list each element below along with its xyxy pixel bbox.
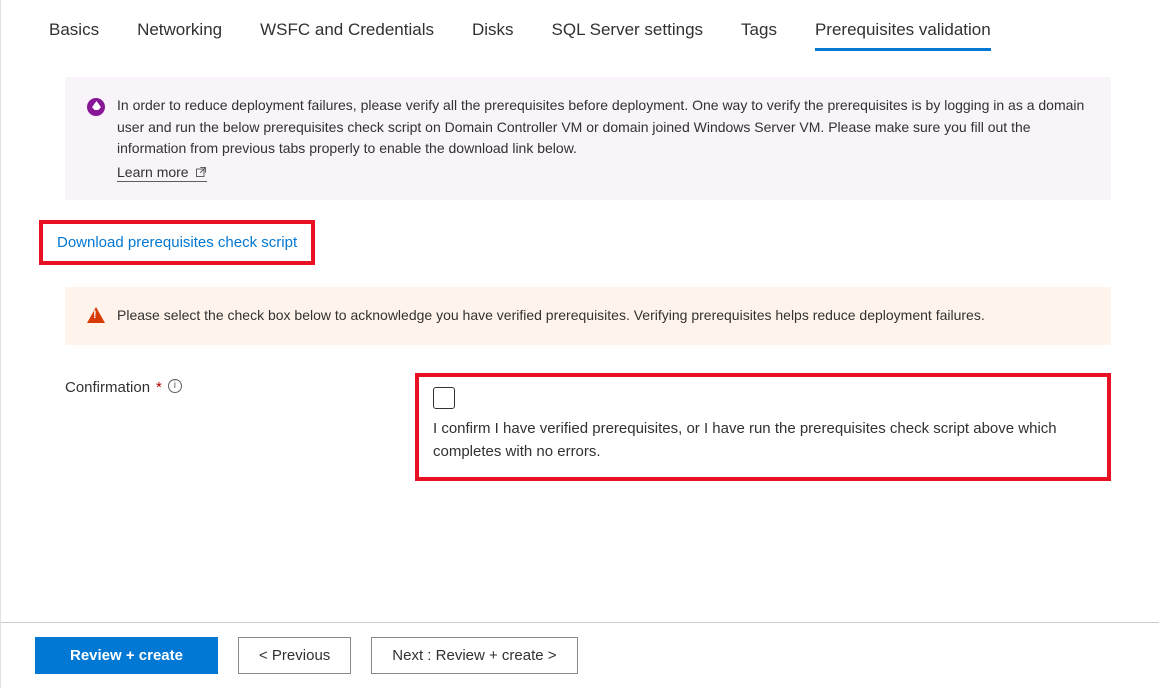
info-icon[interactable]: i [168,379,182,393]
next-button[interactable]: Next : Review + create > [371,637,577,674]
tab-tags[interactable]: Tags [741,20,777,51]
tab-networking[interactable]: Networking [137,20,222,51]
required-asterisk: * [156,379,162,396]
warning-icon [87,307,105,323]
confirmation-row: Confirmation * i I confirm I have verifi… [65,373,1111,482]
previous-button[interactable]: < Previous [238,637,351,674]
info-banner-text: In order to reduce deployment failures, … [117,95,1089,160]
warning-banner-text: Please select the check box below to ack… [117,305,985,327]
tab-basics[interactable]: Basics [49,20,99,51]
tab-sql-server-settings[interactable]: SQL Server settings [552,20,704,51]
download-link-highlight: Download prerequisites check script [39,220,315,265]
confirmation-label: Confirmation [65,379,150,396]
external-link-icon [195,166,207,178]
tab-disks[interactable]: Disks [472,20,514,51]
info-banner: In order to reduce deployment failures, … [65,77,1111,200]
rocket-icon [87,98,105,116]
review-create-button[interactable]: Review + create [35,637,218,674]
confirmation-highlight: I confirm I have verified prerequisites,… [415,373,1111,482]
footer-actions: Review + create < Previous Next : Review… [1,622,1159,688]
warning-banner: Please select the check box below to ack… [65,287,1111,345]
learn-more-link[interactable]: Learn more [117,164,207,182]
tab-wsfc-credentials[interactable]: WSFC and Credentials [260,20,434,51]
download-prerequisites-link[interactable]: Download prerequisites check script [57,234,297,251]
tabs-container: Basics Networking WSFC and Credentials D… [49,20,1111,51]
tab-prerequisites-validation[interactable]: Prerequisites validation [815,20,991,51]
learn-more-label: Learn more [117,164,189,180]
confirmation-text: I confirm I have verified prerequisites,… [433,417,1093,464]
confirmation-checkbox[interactable] [433,387,455,409]
